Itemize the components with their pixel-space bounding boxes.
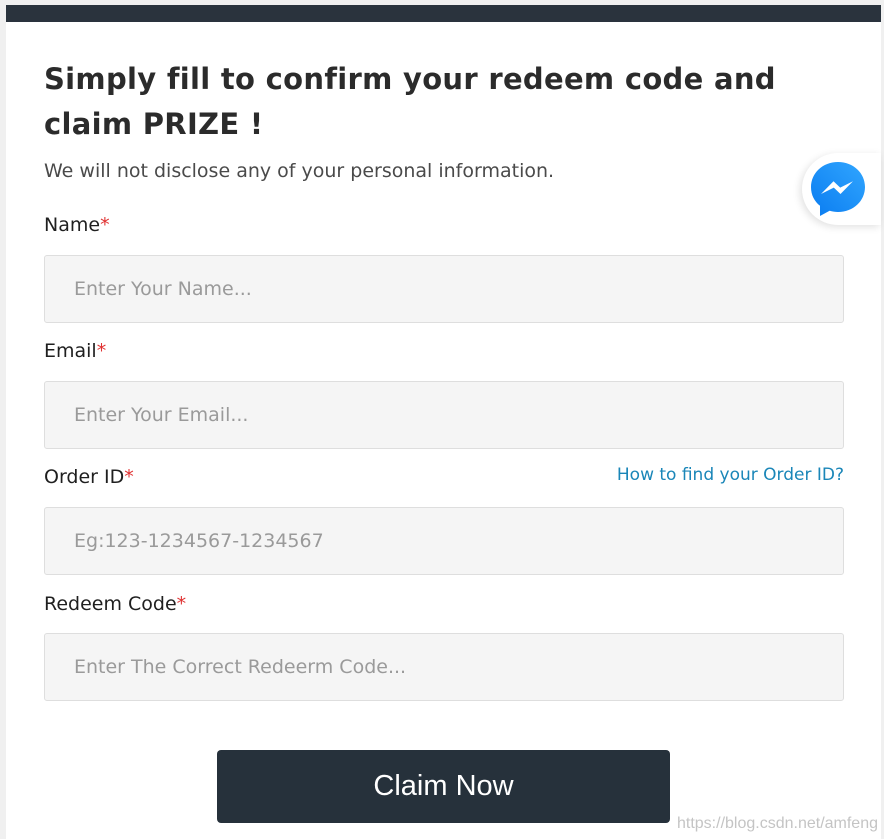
header-bar bbox=[6, 5, 881, 22]
claim-now-button[interactable]: Claim Now bbox=[217, 750, 670, 823]
order-id-label: Order ID* bbox=[44, 466, 134, 488]
redeem-code-input[interactable] bbox=[44, 633, 844, 701]
required-mark: * bbox=[100, 214, 110, 236]
email-label: Email* bbox=[44, 340, 106, 362]
required-mark: * bbox=[96, 340, 107, 362]
redeem-code-label: Redeem Code* bbox=[44, 593, 186, 615]
form-card: Simply fill to confirm your redeem code … bbox=[6, 5, 881, 839]
required-mark: * bbox=[176, 593, 187, 615]
watermark: https://blog.csdn.net/amfeng bbox=[676, 815, 878, 832]
page-title: Simply fill to confirm your redeem code … bbox=[44, 62, 776, 141]
order-id-help-link[interactable]: How to find your Order ID? bbox=[617, 465, 844, 485]
name-label: Name* bbox=[44, 214, 110, 236]
name-label-text: Name bbox=[44, 214, 101, 236]
order-id-label-text: Order ID bbox=[44, 466, 125, 488]
email-label-text: Email bbox=[44, 340, 97, 362]
required-mark: * bbox=[124, 466, 134, 488]
messenger-widget[interactable] bbox=[802, 153, 881, 225]
redeem-code-label-text: Redeem Code bbox=[44, 593, 177, 615]
messenger-icon[interactable] bbox=[808, 159, 868, 219]
name-input[interactable] bbox=[44, 255, 844, 323]
email-input[interactable] bbox=[44, 381, 844, 449]
order-id-input[interactable] bbox=[44, 507, 844, 575]
privacy-note: We will not disclose any of your persona… bbox=[44, 160, 555, 182]
